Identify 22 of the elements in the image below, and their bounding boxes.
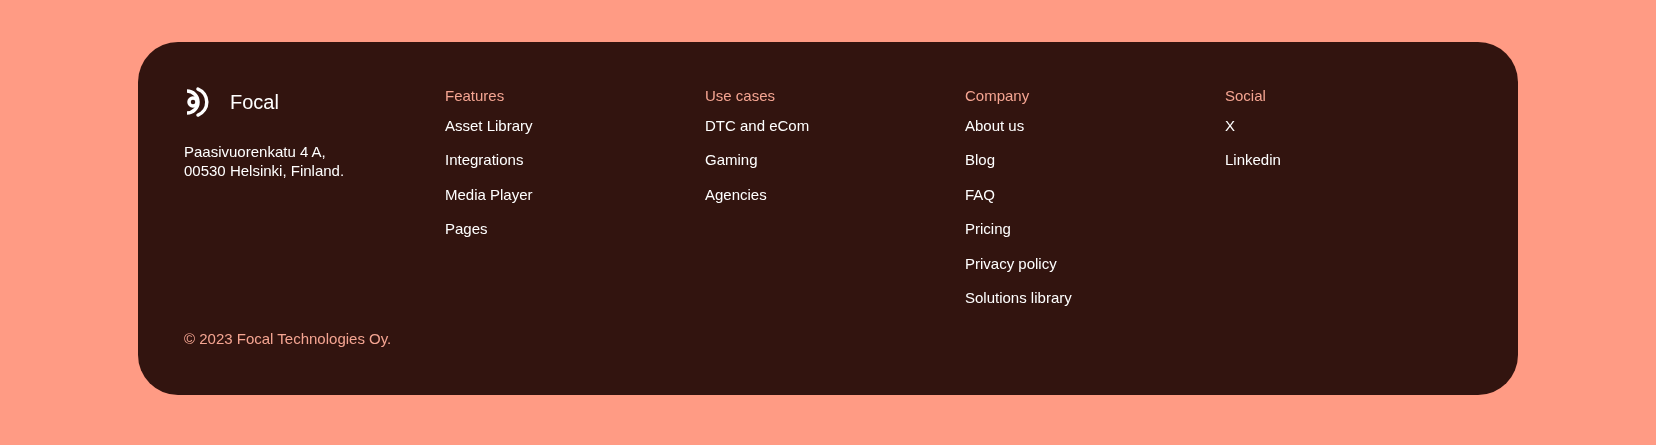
- column-heading: Social: [1225, 86, 1267, 106]
- footer-link[interactable]: Blog: [965, 150, 996, 171]
- footer-link[interactable]: Linkedin: [1225, 150, 1281, 171]
- footer-link[interactable]: Asset Library: [445, 116, 533, 136]
- footer-link[interactable]: Solutions library: [965, 287, 1072, 308]
- footer-link[interactable]: Pages: [445, 219, 488, 240]
- footer-link[interactable]: Gaming: [705, 150, 758, 171]
- footer-link[interactable]: Media Player: [445, 184, 533, 205]
- footer-link[interactable]: X: [1225, 116, 1235, 136]
- footer-link[interactable]: FAQ: [965, 184, 995, 205]
- footer-link[interactable]: About us: [965, 116, 1025, 136]
- column-heading: Features: [445, 86, 506, 106]
- footer-link[interactable]: Integrations: [445, 150, 524, 171]
- column-heading: Use cases: [705, 86, 777, 106]
- address-text: Paasivuorenkatu 4 A, 00530 Helsinki, Finland.: [184, 142, 346, 180]
- footer-link[interactable]: DTC and eCom: [705, 116, 810, 136]
- footer-link[interactable]: Agencies: [705, 184, 767, 205]
- copyright-text: © 2023 Focal Technologies Oy.: [184, 329, 393, 349]
- footer-link[interactable]: Pricing: [965, 219, 1011, 240]
- column-heading: Company: [965, 86, 1031, 106]
- footer-link[interactable]: Privacy policy: [965, 253, 1057, 274]
- brand-name: Focal: [230, 90, 279, 115]
